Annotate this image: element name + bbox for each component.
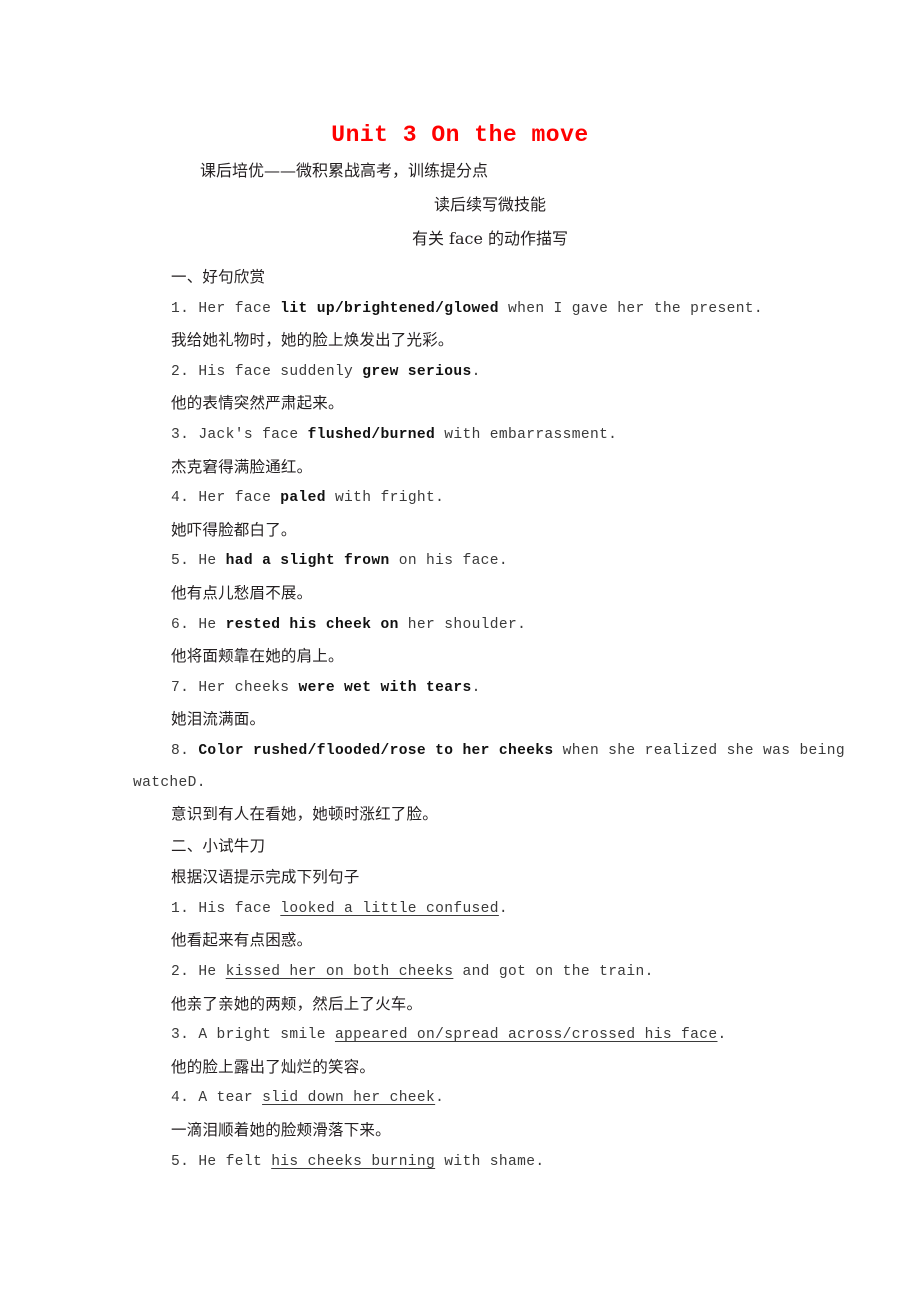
sentence-en-s1-3: 3. Jack's face flushed/burned with embar…: [133, 420, 793, 452]
sentence-text: 5. He: [171, 553, 226, 570]
sentence-text: 8.: [171, 742, 199, 759]
sentence-text: and got on the train.: [453, 964, 654, 981]
sentence-en-s2-1: 1. His face looked a little confused.: [133, 894, 793, 926]
sentence-text: her shoulder.: [398, 616, 527, 633]
answer-underline: slid down her cheek: [262, 1090, 436, 1107]
emphasis-bold: were wet with tears: [298, 679, 472, 696]
sentence-text: 3. A bright smile: [171, 1027, 335, 1044]
sentence-zh-s1-5: 他有点儿愁眉不展。: [171, 583, 313, 602]
sentence-text: .: [471, 363, 481, 380]
sentence-zh-s1-2: 他的表情突然严肃起来。: [171, 394, 344, 413]
emphasis-bold: paled: [280, 490, 326, 507]
sentence-zh-s1-6: 他将面颊靠在她的肩上。: [171, 647, 344, 666]
sentence-text: 7. Her cheeks: [171, 679, 299, 696]
sentence-en-s1-1: 1. Her face lit up/brightened/glowed whe…: [133, 294, 793, 326]
sentence-en-s1-2: 2. His face suddenly grew serious.: [133, 357, 793, 389]
sentence-en-s2-3: 3. A bright smile appeared on/spread acr…: [133, 1020, 793, 1052]
emphasis-bold: grew serious: [362, 363, 472, 380]
subheading-skill-line: 读后续写微技能: [433, 195, 546, 214]
sentence-zh-s2-2: 他亲了亲她的两颊，然后上了火车。: [171, 994, 423, 1013]
sentence-text: 3. Jack's face: [171, 426, 308, 443]
sentence-zh-s2-3: 他的脸上露出了灿烂的笑容。: [171, 1057, 376, 1076]
sentence-en-s2-4: 4. A tear slid down her cheek.: [133, 1083, 793, 1115]
sentence-text: 1. His face: [171, 900, 281, 917]
sentence-text: with embarrassment.: [435, 426, 618, 443]
page-title: Unit 3 On the move: [331, 122, 589, 148]
sentence-en-s1-6: 6. He rested his cheek on her shoulder.: [133, 610, 793, 642]
answer-underline: appeared on/spread across/crossed his fa…: [334, 1027, 718, 1044]
answer-underline: kissed her on both cheeks: [225, 964, 454, 981]
sentence-zh-s1-1: 我给她礼物时，她的脸上焕发出了光彩。: [171, 331, 454, 350]
emphasis-bold: flushed/burned: [307, 426, 436, 443]
sentence-en-s1-4: 4. Her face paled with fright.: [133, 483, 793, 515]
answer-underline: looked a little confused: [280, 900, 499, 917]
sentence-text: 4. A tear: [171, 1090, 263, 1107]
sentence-text: .: [435, 1090, 445, 1107]
section-heading-2: 二、小试牛刀: [171, 836, 266, 855]
emphasis-bold: rested his cheek on: [225, 616, 399, 633]
sentence-text: when she realized she was being: [553, 742, 845, 759]
sentence-text: 2. His face suddenly: [171, 363, 363, 380]
sentence-text: with shame.: [435, 1153, 545, 1170]
sentence-en-s1-5: 5. He had a slight frown on his face.: [133, 546, 793, 578]
subheading-topic-line: 有关 face 的动作描写: [411, 229, 569, 248]
sentence-zh-s2-4: 一滴泪顺着她的脸颊滑落下来。: [171, 1121, 391, 1140]
sentence-zh-s1-8: 意识到有人在看她，她顿时涨红了脸。: [171, 805, 438, 824]
sentence-en-s2-5: 5. He felt his cheeks burning with shame…: [133, 1147, 793, 1179]
sentence-zh-s1-4: 她吓得脸都白了。: [171, 520, 297, 539]
document-body: 一、好句欣赏 1. Her face lit up/brightened/glow…: [133, 262, 845, 1179]
emphasis-bold: lit up/brightened/glowed: [280, 300, 499, 317]
sentence-zh-s1-3: 杰克窘得满脸通红。: [171, 457, 313, 476]
document-page: Unit 3 On the move 课后培优——微积累战高考，训练提分点 读后…: [0, 0, 920, 1302]
answer-underline: his cheeks burning: [271, 1153, 436, 1170]
sentence-text: .: [471, 679, 481, 696]
sentence-en-s1-7: 7. Her cheeks were wet with tears.: [133, 673, 793, 705]
sentence-text: .: [498, 900, 508, 917]
sentence-zh-s1-7: 她泪流满面。: [171, 710, 266, 729]
sentence-en-s1-8: 8. Color rushed/flooded/rose to her chee…: [133, 736, 845, 768]
sentence-text: .: [717, 1027, 727, 1044]
section-heading-1: 一、好句欣赏: [171, 268, 266, 286]
sentence-text: 1. Her face: [171, 300, 281, 317]
sentence-en-s2-2: 2. He kissed her on both cheeks and got …: [133, 957, 793, 989]
sentence-text: 4. Her face: [171, 490, 281, 507]
emphasis-bold: Color rushed/flooded/rose to her cheeks: [198, 742, 554, 759]
sentence-en-wrap-s1-8: watcheD.: [133, 774, 206, 791]
sentence-text: with fright.: [325, 490, 445, 507]
sentence-text: 6. He: [171, 616, 226, 633]
sentence-zh-s2-1: 他看起来有点困惑。: [171, 931, 313, 950]
section-instruction: 根据汉语提示完成下列句子: [171, 868, 360, 887]
sentence-text: 2. He: [171, 964, 226, 981]
emphasis-bold: had a slight frown: [225, 553, 390, 570]
sentence-text: 5. He felt: [171, 1153, 272, 1170]
sentence-text: when I gave her the present.: [498, 300, 764, 317]
subheading-course-line: 课后培优——微积累战高考，训练提分点: [200, 161, 489, 180]
sentence-text: on his face.: [389, 553, 509, 570]
